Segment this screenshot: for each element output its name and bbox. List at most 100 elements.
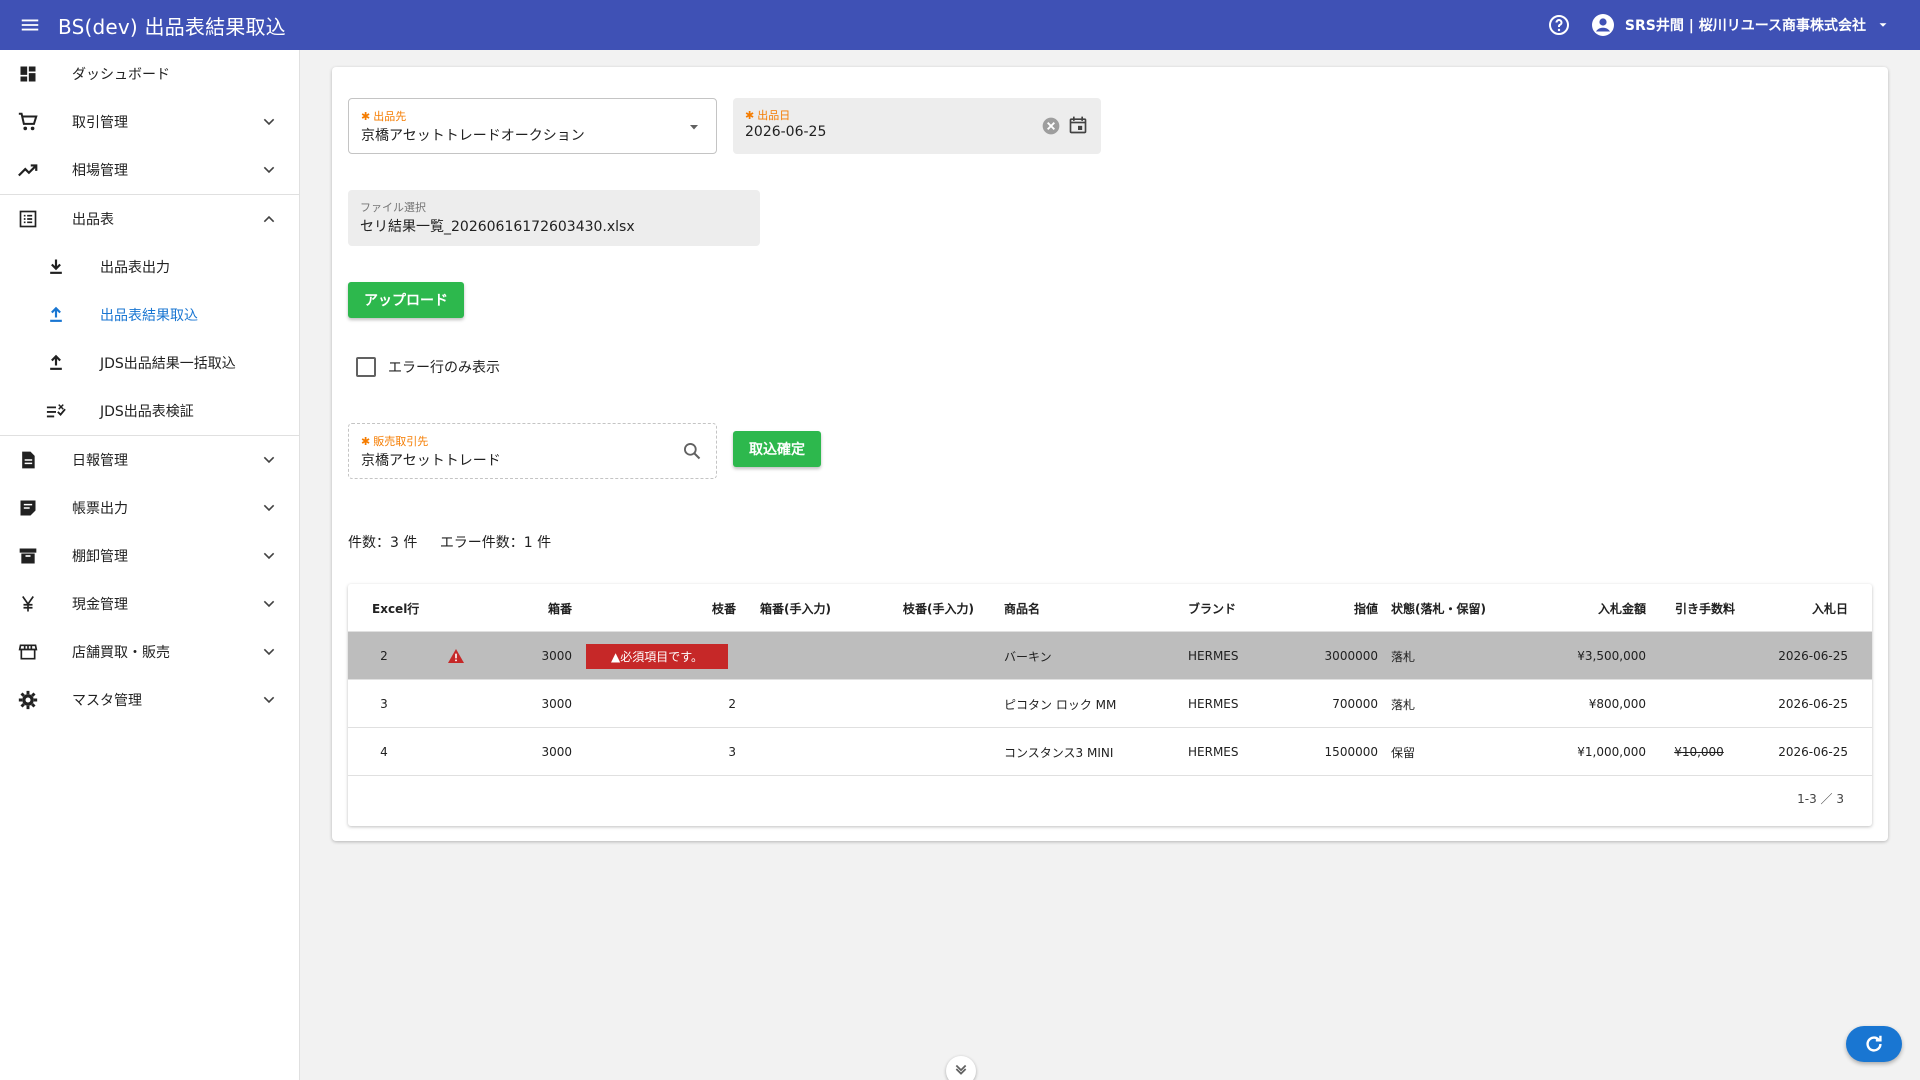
cell-limit-price: 1500000 [1324, 745, 1378, 759]
header-excel-row[interactable]: Excel行 [372, 584, 419, 632]
header-branch-no[interactable]: 枝番 [678, 584, 736, 632]
cell-bid-amount: ¥800,000 [1588, 697, 1646, 711]
sidebar-subitem-import-results[interactable]: 出品表結果取込 [0, 291, 299, 339]
sidebar-item-inventory[interactable]: 棚卸管理 [0, 532, 299, 580]
gear-icon [16, 688, 40, 712]
download-icon [44, 255, 68, 279]
refresh-button[interactable] [1846, 1026, 1902, 1062]
header-bid-amount[interactable]: 入札金額 [1544, 584, 1646, 632]
sidebar-item-cash[interactable]: 現金管理 [0, 580, 299, 628]
sidebar-item-store[interactable]: 店舗買取・販売 [0, 628, 299, 676]
sidebar-item-master[interactable]: マスタ管理 [0, 676, 299, 724]
sidebar-item-daily-report[interactable]: 日報管理 [0, 436, 299, 484]
upload-button[interactable]: アップロード [348, 282, 464, 318]
sidebar-subitem-export[interactable]: 出品表出力 [0, 243, 299, 291]
refresh-icon [1866, 1035, 1882, 1052]
chevron-down-icon [257, 158, 281, 182]
partner-search-field[interactable]: ✱ 販売取引先 京橋アセットトレード [348, 423, 717, 479]
cell-branch-no: 3 [728, 745, 736, 759]
header-brand[interactable]: ブランド [1188, 584, 1236, 632]
sidebar: ダッシュボード 取引管理 相場管理 出品表 出品表出力 出品表結果取込 JDS出… [0, 50, 300, 1080]
sidebar-item-market[interactable]: 相場管理 [0, 146, 299, 194]
account-menu[interactable]: SRS井間 | 桜川リユース商事株式会社 [1591, 13, 1890, 37]
form-icon [16, 496, 40, 520]
cell-limit-price: 3000000 [1324, 649, 1378, 663]
account-label: SRS井間 | 桜川リユース商事株式会社 [1624, 18, 1866, 34]
cell-brand: HERMES [1188, 697, 1239, 711]
cell-bid-amount: ¥3,500,000 [1577, 649, 1646, 663]
upload-icon [44, 351, 68, 375]
cell-excel-row: 2 [380, 649, 388, 663]
table-row[interactable]: 3 3000 2 ピコタン ロック MM HERMES 700000 落札 ¥8… [348, 680, 1872, 728]
header-fee[interactable]: 引き手数料 [1675, 584, 1735, 632]
error-only-checkbox[interactable] [356, 357, 376, 377]
file-select-field[interactable]: ファイル選択 セリ結果一覧_20260616172603430.xlsx [348, 190, 760, 246]
cell-limit-price: 700000 [1332, 697, 1378, 711]
sidebar-item-exhibit-list[interactable]: 出品表 [0, 195, 299, 243]
cell-fee: ¥10,000 [1674, 745, 1724, 759]
sidebar-subitem-jds-bulk-import[interactable]: JDS出品結果一括取込 [0, 339, 299, 387]
account-circle-icon [1591, 14, 1614, 36]
cart-icon [16, 110, 40, 134]
header-branch-no-manual[interactable]: 枝番(手入力) [903, 584, 974, 632]
header-bid-date[interactable]: 入札日 [1748, 584, 1848, 632]
sidebar-item-label: 店舗買取・販売 [72, 645, 170, 661]
checkbox-label: エラー行のみ表示 [388, 360, 500, 376]
upload-icon [44, 303, 68, 327]
sidebar-item-label: ダッシュボード [72, 67, 170, 83]
cell-bid-date: 2026-06-25 [1778, 697, 1848, 711]
header-status[interactable]: 状態(落札・保留) [1391, 584, 1486, 632]
table-row[interactable]: 2 3000 ▲必須項目です。 バーキン HERMES 3000000 落札 ¥… [348, 632, 1872, 680]
confirm-import-button[interactable]: 取込確定 [733, 431, 821, 467]
sidebar-item-label: 日報管理 [72, 453, 128, 469]
field-label: ✱ 出品先 [361, 110, 407, 123]
partner-value: 京橋アセットトレード [361, 453, 501, 469]
header-box-no[interactable]: 箱番 [528, 584, 572, 632]
field-label: ✱ 販売取引先 [361, 435, 429, 448]
cell-brand: HERMES [1188, 745, 1239, 759]
pagination-info: 1-3 ／ 3 [1797, 792, 1844, 806]
cell-status: 落札 [1391, 697, 1416, 712]
header-box-no-manual[interactable]: 箱番(手入力) [760, 584, 831, 632]
sidebar-subitem-label: 出品表出力 [100, 260, 170, 276]
sidebar-subitem-label: 出品表結果取込 [100, 308, 198, 324]
total-count: 件数：3 件 [348, 535, 418, 551]
cell-bid-date: 2026-06-25 [1778, 649, 1848, 663]
chevron-down-icon [257, 110, 281, 134]
chevron-down-icon [257, 640, 281, 664]
table-row[interactable]: 4 3000 3 コンスタンス3 MINI HERMES 1500000 保留 … [348, 728, 1872, 776]
warning-icon [448, 632, 464, 680]
sidebar-item-trade[interactable]: 取引管理 [0, 98, 299, 146]
search-icon[interactable] [682, 441, 702, 461]
list-icon [16, 207, 40, 231]
field-label: ファイル選択 [360, 201, 426, 214]
error-only-checkbox-row[interactable]: エラー行のみ表示 [356, 357, 500, 377]
cell-box-no: 3000 [541, 649, 572, 663]
scroll-down-button[interactable] [946, 1056, 976, 1080]
sidebar-item-label: 棚卸管理 [72, 549, 128, 565]
header-product-name[interactable]: 商品名 [1004, 584, 1040, 632]
sidebar-subitem-jds-verify[interactable]: JDS出品表検証 [0, 387, 299, 435]
header-limit-price[interactable]: 指値 [1308, 584, 1378, 632]
help-icon[interactable] [1545, 11, 1573, 39]
document-icon [16, 448, 40, 472]
count-summary: 件数：3 件 エラー件数：1 件 [348, 532, 569, 552]
clear-icon[interactable] [1041, 116, 1061, 136]
table-header-row: Excel行 箱番 枝番 箱番(手入力) 枝番(手入力) 商品名 ブランド 指値… [348, 584, 1872, 632]
exhibit-to-select[interactable]: ✱ 出品先 京橋アセットトレードオークション [348, 98, 717, 154]
sidebar-item-label: 出品表 [72, 212, 114, 228]
cell-product-name: コンスタンス3 MINI [1004, 745, 1114, 760]
calendar-icon[interactable] [1068, 115, 1088, 135]
import-card: ✱ 出品先 京橋アセットトレードオークション ✱ 出品日 2026-06-25 ファ… [332, 67, 1888, 841]
sidebar-item-form-output[interactable]: 帳票出力 [0, 484, 299, 532]
cell-excel-row: 4 [380, 745, 388, 759]
exhibit-date-field[interactable]: ✱ 出品日 2026-06-25 [733, 98, 1101, 154]
file-value: セリ結果一覧_20260616172603430.xlsx [360, 219, 635, 235]
chevron-down-icon [257, 496, 281, 520]
dashboard-icon [16, 62, 40, 86]
menu-icon[interactable] [16, 11, 44, 39]
cell-bid-amount: ¥1,000,000 [1577, 745, 1646, 759]
chevron-down-icon [257, 688, 281, 712]
sidebar-item-label: 取引管理 [72, 115, 128, 131]
sidebar-item-dashboard[interactable]: ダッシュボード [0, 50, 299, 98]
